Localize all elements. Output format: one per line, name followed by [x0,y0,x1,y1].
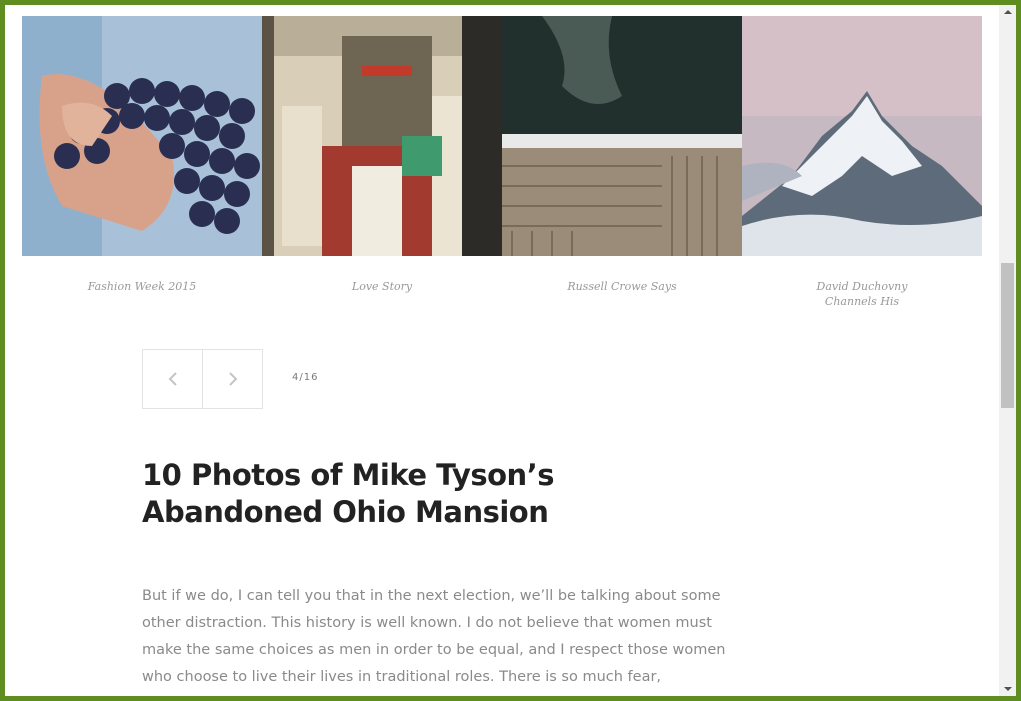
gallery-tile-boardwalk[interactable] [502,16,742,256]
photo-gallery [22,16,982,256]
mountain-image [742,16,982,256]
boardwalk-image [502,16,742,256]
next-button[interactable] [203,349,263,409]
scroll-up-button[interactable] [999,5,1016,19]
gallery-tile-tram[interactable] [262,16,502,256]
gallery-caption[interactable]: David Duchovny Channels His [742,279,982,309]
gallery-caption[interactable]: Fashion Week 2015 [22,279,262,309]
grapes-image [22,16,262,256]
scroll-thumb[interactable] [1001,263,1014,408]
scroll-down-arrow-icon [1003,687,1012,691]
scroll-down-button[interactable] [999,682,1016,696]
tram-interior-image [262,16,502,256]
vertical-scrollbar[interactable] [999,5,1016,696]
page-counter: 4/16 [292,372,319,383]
gallery-tile-mountain[interactable] [742,16,982,256]
scroll-up-arrow-icon [1003,10,1012,14]
chevron-right-icon [228,372,237,386]
gallery-tile-grapes[interactable] [22,16,262,256]
prev-button[interactable] [142,349,203,409]
article-body: But if we do, I can tell you that in the… [142,588,726,685]
gallery-pager [142,349,263,409]
article-title: 10 Photos of Mike Tyson’s Abandoned Ohio… [142,458,554,529]
chevron-left-icon [168,372,177,386]
browser-window: Fashion Week 2015 Love Story Russell Cro… [5,5,1016,696]
gallery-caption[interactable]: Russell Crowe Says [502,279,742,309]
gallery-caption[interactable]: Love Story [262,279,502,309]
gallery-captions: Fashion Week 2015 Love Story Russell Cro… [22,279,982,309]
